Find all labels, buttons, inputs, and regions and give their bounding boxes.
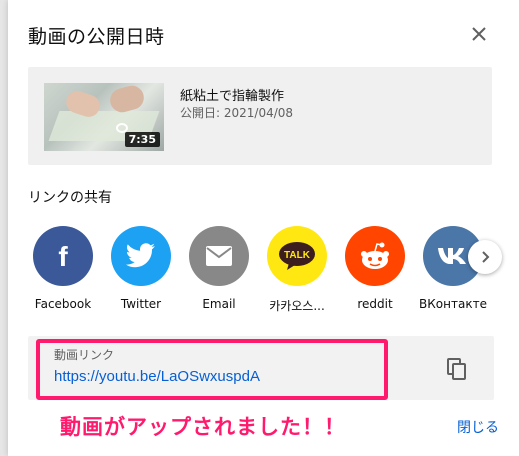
annotation-text: 動画がアップされました！！ [60,415,346,439]
close-button[interactable] [463,18,495,50]
twitter-icon [111,226,171,286]
share-name: 카카오스... [269,299,325,313]
video-date: 公開日: 2021/04/08 [180,106,294,120]
dialog-title: 動画の公開日時 [28,26,165,48]
chevron-right-icon [482,251,490,263]
email-icon [189,226,249,286]
share-reddit[interactable]: reddit [340,226,410,311]
share-kakaotalk[interactable]: TALK 카카오스... [262,226,332,314]
share-twitter[interactable]: Twitter [106,226,176,311]
share-row: f Facebook Twitter Email TALK 카카오스... re… [28,226,519,318]
share-next-button[interactable] [468,240,502,274]
share-email[interactable]: Email [184,226,254,311]
share-name: Facebook [34,297,92,311]
svg-text:f: f [58,241,68,271]
close-link[interactable]: 閉じる [457,417,499,437]
share-name: ВКонтакте [419,297,487,311]
background-edge [0,0,8,456]
share-label: リンクの共有 [28,190,112,206]
share-name: reddit [357,297,393,311]
reddit-icon [345,226,405,286]
copy-icon [447,358,466,380]
copy-button[interactable] [440,352,474,386]
video-thumbnail[interactable]: 7:35 [44,83,164,151]
kakaotalk-icon: TALK [267,226,327,286]
close-icon [472,27,486,41]
highlight-box [36,339,388,400]
video-card: 7:35 紙粘土で指輪製作 公開日: 2021/04/08 [28,67,492,165]
svg-text:TALK: TALK [284,250,311,261]
facebook-icon: f [33,226,93,286]
share-facebook[interactable]: f Facebook [28,226,98,311]
video-title: 紙粘土で指輪製作 [180,89,285,104]
share-name: Email [202,297,236,311]
video-duration: 7:35 [124,132,160,147]
share-name: Twitter [120,297,162,311]
